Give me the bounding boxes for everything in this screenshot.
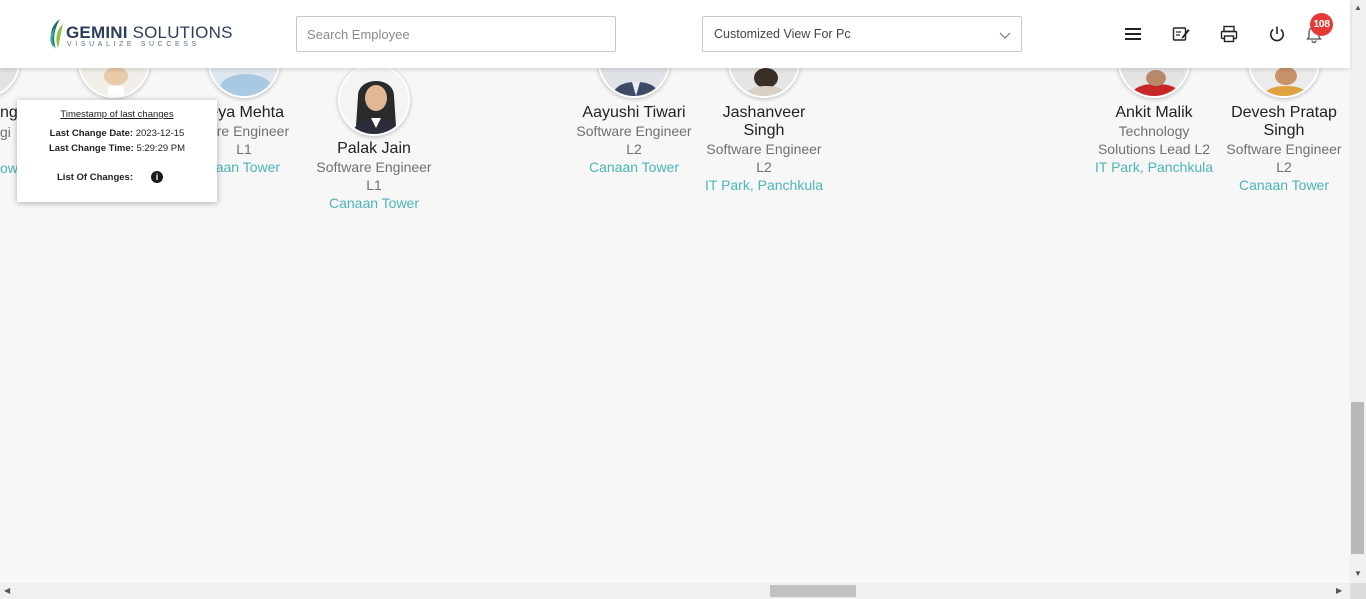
- employee-card[interactable]: Jashanveer Singh Software Engineer L2 IT…: [694, 104, 834, 194]
- last-change-time-label: Last Change Time:: [48, 143, 134, 154]
- tooltip-title: Timestamp of last changes: [60, 109, 174, 120]
- person-photo-icon: [210, 68, 278, 96]
- org-chart-area[interactable]: ng gi ow reya Mehta ware Engineer L1 naa…: [0, 68, 1350, 583]
- view-select-dropdown[interactable]: Customized View For Pc: [702, 16, 1022, 52]
- scroll-up-arrow-icon[interactable]: ▲: [1354, 3, 1362, 13]
- employee-card[interactable]: Ankit Malik Technology Solutions Lead L2…: [1084, 104, 1224, 176]
- list-of-changes-label: List Of Changes:: [57, 172, 134, 183]
- chevron-down-icon: [999, 32, 1011, 39]
- employee-level: L2: [626, 141, 642, 157]
- employee-role: Technology: [1118, 123, 1190, 139]
- employee-level: L2: [756, 159, 772, 175]
- employee-avatar[interactable]: [1248, 68, 1320, 98]
- employee-role: Software Engineer: [706, 141, 822, 157]
- employee-avatar[interactable]: [0, 68, 20, 98]
- top-header: GEMINI SOLUTIONS VISUALIZE SUCCESS Custo…: [0, 0, 1350, 68]
- person-photo-icon: [340, 68, 408, 134]
- employee-name: Singh: [1263, 122, 1305, 139]
- employee-avatar[interactable]: [208, 68, 280, 98]
- last-change-date-value: 2023-12-15: [135, 128, 185, 139]
- person-photo-icon: [1120, 68, 1188, 96]
- employee-level: L1: [366, 177, 382, 193]
- employee-name: ng: [0, 104, 18, 121]
- employee-location[interactable]: IT Park, Panchkula: [1084, 158, 1224, 176]
- scroll-right-arrow-icon[interactable]: ▶: [1336, 586, 1342, 596]
- employee-location[interactable]: IT Park, Panchkula: [694, 176, 834, 194]
- person-photo-icon: [1250, 68, 1318, 96]
- employee-location: ow: [0, 160, 18, 176]
- logo-tagline: VISUALIZE SUCCESS: [67, 41, 200, 48]
- print-icon[interactable]: [1219, 24, 1239, 44]
- menu-icon[interactable]: [1123, 24, 1143, 44]
- employee-role: gi: [0, 124, 11, 140]
- person-photo-icon: [80, 68, 148, 96]
- employee-location[interactable]: Canaan Tower: [564, 158, 704, 176]
- logo-wordmark: GEMINI SOLUTIONS: [66, 23, 233, 42]
- employee-avatar[interactable]: [728, 68, 800, 98]
- employee-card[interactable]: Devesh Pratap Singh Software Engineer L2…: [1214, 104, 1350, 194]
- employee-name: Ankit Malik: [1115, 104, 1193, 121]
- view-select-value: Customized View For Pc: [714, 27, 851, 41]
- scroll-down-arrow-icon[interactable]: ▼: [1354, 569, 1362, 579]
- notification-count-badge[interactable]: 108: [1310, 13, 1333, 36]
- employee-level: L2: [1276, 159, 1292, 175]
- employee-card[interactable]: Aayushi Tiwari Software Engineer L2 Cana…: [564, 104, 704, 176]
- last-change-time-row: Last Change Time: 5:29:29 PM: [17, 143, 217, 154]
- scrollbar-corner: [1350, 583, 1366, 599]
- employee-avatar[interactable]: [598, 68, 670, 98]
- employee-avatar[interactable]: [338, 68, 410, 136]
- employee-role: Software Engineer: [576, 123, 692, 139]
- vertical-scroll-thumb[interactable]: [1351, 402, 1364, 554]
- gemini-solutions-logo[interactable]: GEMINI SOLUTIONS VISUALIZE SUCCESS: [46, 18, 232, 52]
- employee-location[interactable]: Canaan Tower: [304, 194, 444, 212]
- horizontal-scroll-thumb[interactable]: [770, 585, 856, 597]
- employee-location[interactable]: Canaan Tower: [1214, 176, 1350, 194]
- scroll-left-arrow-icon[interactable]: ◀: [4, 586, 10, 596]
- horizontal-scrollbar[interactable]: ◀ ▶: [0, 583, 1350, 599]
- person-photo-icon: [600, 68, 668, 96]
- employee-card[interactable]: Palak Jain Software Engineer L1 Canaan T…: [304, 140, 444, 212]
- employee-avatar[interactable]: [78, 68, 150, 98]
- person-photo-icon: [730, 68, 798, 96]
- employee-role: Software Engineer: [1226, 141, 1342, 157]
- employee-name: Palak Jain: [337, 140, 411, 157]
- info-icon[interactable]: i: [151, 171, 163, 183]
- employee-name: Jashanveer: [722, 104, 806, 121]
- employee-name: Devesh Pratap: [1231, 104, 1337, 121]
- employee-avatar[interactable]: [1118, 68, 1190, 98]
- edit-note-icon[interactable]: [1171, 24, 1191, 44]
- employee-name: Aayushi Tiwari: [582, 104, 686, 121]
- last-change-time-value: 5:29:29 PM: [136, 143, 186, 154]
- logo-leaf-icon: [50, 19, 63, 49]
- employee-name: Singh: [743, 122, 785, 139]
- power-icon[interactable]: [1267, 24, 1287, 44]
- employee-role: Software Engineer: [316, 159, 432, 175]
- last-change-date-label: Last Change Date:: [49, 128, 134, 139]
- employee-role: Solutions Lead L2: [1097, 141, 1211, 157]
- last-change-date-row: Last Change Date: 2023-12-15: [17, 128, 217, 139]
- search-employee-input[interactable]: [296, 16, 616, 52]
- last-changes-tooltip: Timestamp of last changes Last Change Da…: [17, 100, 217, 202]
